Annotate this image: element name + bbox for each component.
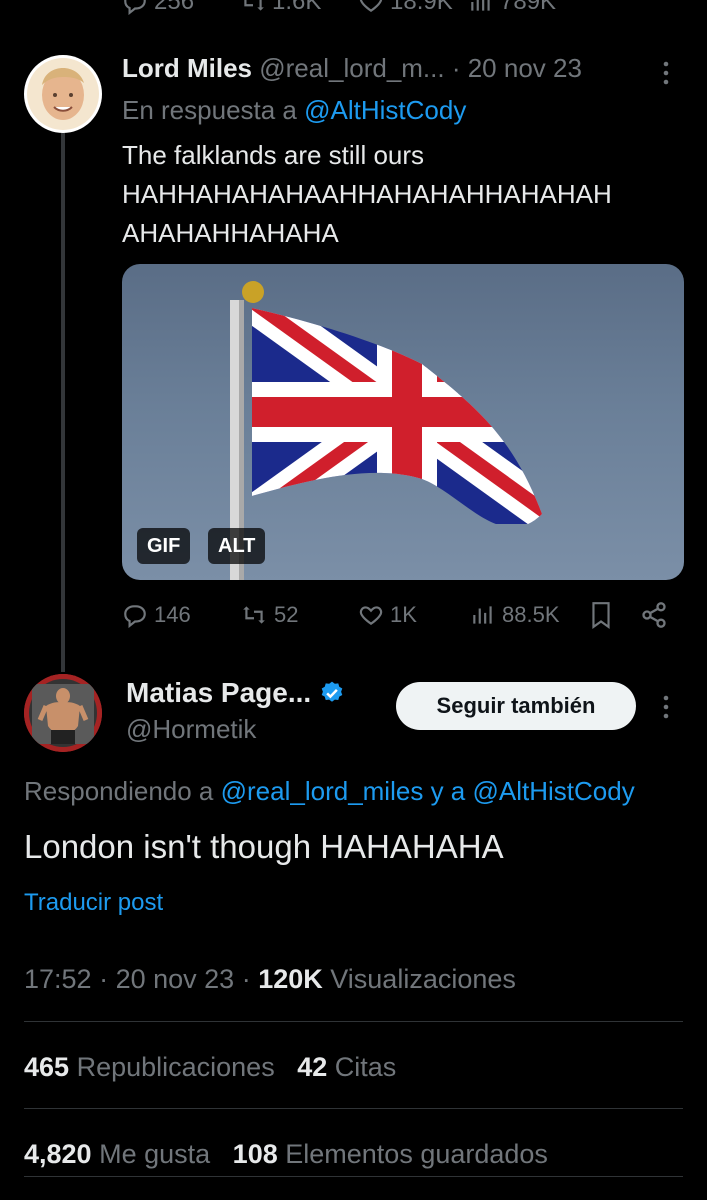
- bookmarks-count: 108: [232, 1139, 278, 1169]
- bookmarks-stat[interactable]: 108 Elementos guardados: [233, 1139, 548, 1169]
- tweet-time[interactable]: 17:52: [24, 964, 92, 994]
- text-line: AHAHAHHAHAHA: [122, 218, 339, 248]
- reposts-quotes-row: 465 Republicaciones 42 Citas: [24, 1052, 396, 1083]
- replying-to-link-2[interactable]: @AltHistCody: [472, 776, 634, 806]
- more-vertical-icon: [663, 695, 669, 719]
- like-action[interactable]: 18.9K: [358, 0, 453, 16]
- union-jack-flag-image: [230, 281, 542, 580]
- divider: [24, 1176, 683, 1177]
- tweet-date[interactable]: · 20 nov 23: [452, 53, 582, 83]
- more-vertical-icon: [663, 61, 669, 85]
- main-tweet-text: London isn't though HAHAHAHA: [24, 828, 504, 865]
- reply-count: 256: [154, 0, 195, 15]
- views-count: 789K: [500, 0, 557, 15]
- heart-icon: [359, 606, 383, 625]
- repost-count: 52: [274, 602, 299, 627]
- reposts-stat[interactable]: 465 Republicaciones: [24, 1052, 275, 1082]
- reply-prefix: En respuesta a: [122, 95, 297, 125]
- main-author-row: Matias Page...: [126, 677, 345, 709]
- views-label: Visualizaciones: [330, 964, 516, 994]
- views-count: 120K: [258, 964, 323, 994]
- tweet-date[interactable]: · 20 nov 23 ·: [99, 964, 251, 994]
- text-line: The falklands are still ours: [122, 140, 425, 170]
- heart-icon: [359, 0, 383, 12]
- translate-link[interactable]: Traducir post: [24, 889, 163, 917]
- views-action[interactable]: 88.5K: [470, 602, 560, 628]
- author-name[interactable]: Lord Miles: [122, 53, 252, 83]
- author-handle[interactable]: @real_lord_m...: [259, 53, 444, 83]
- share-button[interactable]: [640, 601, 668, 634]
- previous-tweet-actions: 256 1.6K 18.9K 789K: [0, 0, 707, 18]
- views-count: 88.5K: [502, 602, 560, 627]
- quotes-stat[interactable]: 42 Citas: [297, 1052, 396, 1082]
- thread-line: [61, 132, 65, 672]
- reply-icon: [124, 0, 146, 15]
- repost-count: 1.6K: [272, 0, 322, 15]
- bookmark-button[interactable]: [588, 601, 614, 634]
- views-action[interactable]: 789K: [468, 0, 556, 16]
- reposts-count: 465: [24, 1052, 70, 1082]
- share-icon: [642, 602, 666, 628]
- tweet-media-gif[interactable]: [122, 264, 684, 580]
- repost-action[interactable]: 52: [240, 602, 298, 628]
- divider: [24, 1021, 683, 1022]
- like-count: 18.9K: [390, 0, 453, 15]
- reply-tweet-text: The falklands are still ours HAHHAHAHAHA…: [122, 136, 692, 253]
- more-options-button[interactable]: [656, 692, 676, 727]
- tweet-timestamp-row: 17:52 · 20 nov 23 · 120K Visualizaciones: [24, 964, 516, 995]
- verified-badge-icon: [321, 681, 343, 702]
- follow-button[interactable]: Seguir también: [396, 682, 636, 730]
- bookmarks-label: Elementos guardados: [285, 1139, 548, 1169]
- repost-icon: [244, 0, 264, 11]
- repost-icon: [243, 606, 265, 624]
- likes-stat[interactable]: 4,820 Me gusta: [24, 1139, 210, 1169]
- likes-count: 4,820: [24, 1139, 92, 1169]
- replying-to-context: Respondiendo a @real_lord_miles y a @Alt…: [24, 776, 635, 807]
- replying-conjunction: y a: [430, 776, 466, 806]
- quotes-count: 42: [297, 1052, 328, 1082]
- reply-context: En respuesta a @AltHistCody: [122, 95, 466, 126]
- lord-miles-avatar[interactable]: [24, 55, 102, 133]
- matias-avatar[interactable]: [24, 674, 102, 752]
- quotes-label: Citas: [334, 1052, 397, 1082]
- replying-prefix: Respondiendo a: [24, 776, 214, 806]
- author-name[interactable]: Matias Page...: [126, 677, 311, 708]
- avatar-photo: [24, 674, 102, 752]
- likes-label: Me gusta: [99, 1139, 211, 1169]
- reply-count: 146: [154, 602, 191, 627]
- like-action[interactable]: 1K: [358, 602, 417, 628]
- author-handle[interactable]: @Hormetik: [126, 714, 256, 745]
- views-icon: [471, 0, 490, 11]
- reply-tweet-header: Lord Miles @real_lord_m... · 20 nov 23: [122, 53, 582, 84]
- replying-to-link-1[interactable]: @real_lord_miles: [221, 776, 424, 806]
- gif-badge: GIF: [137, 528, 191, 564]
- alt-badge[interactable]: ALT: [208, 528, 266, 564]
- divider: [24, 1108, 683, 1109]
- avatar-photo: [27, 58, 99, 130]
- likes-bookmarks-row: 4,820 Me gusta 108 Elementos guardados: [24, 1139, 548, 1170]
- more-options-button[interactable]: [656, 58, 676, 93]
- reposts-label: Republicaciones: [76, 1052, 275, 1082]
- reply-to-link[interactable]: @AltHistCody: [304, 95, 466, 125]
- views-icon: [473, 606, 492, 624]
- bookmark-icon: [592, 602, 610, 629]
- reply-action[interactable]: 146: [122, 602, 191, 628]
- repost-action[interactable]: 1.6K: [240, 0, 321, 16]
- reply-icon: [124, 605, 146, 628]
- text-line: HAHHAHAHAHAAHHAHAHAHHAHAHAH: [122, 179, 612, 209]
- reply-action[interactable]: 256: [122, 0, 194, 16]
- like-count: 1K: [390, 602, 417, 627]
